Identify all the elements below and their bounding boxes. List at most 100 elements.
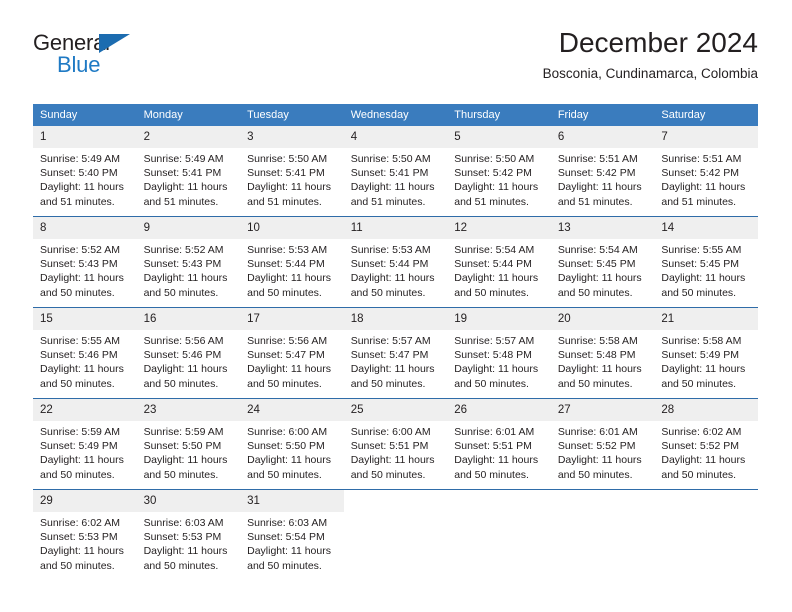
day-number: 28 — [654, 399, 758, 421]
general-blue-logo[interactable]: General Blue — [33, 32, 153, 82]
calendar-day-cell[interactable]: 9 Sunrise: 5:52 AM Sunset: 5:43 PM Daylight… — [136, 216, 241, 308]
calendar-day-cell[interactable]: 11 Sunrise: 5:53 AM Sunset: 5:44 PM Dayligh… — [343, 216, 448, 308]
calendar-day-cell[interactable]: 21 Sunrise: 5:58 AM Sunset: 5:49 PM Dayligh… — [654, 307, 758, 399]
calendar-day-cell[interactable]: 23 Sunrise: 5:59 AM Sunset: 5:50 PM Dayligh… — [136, 398, 241, 490]
day-details: Sunrise: 5:50 AM Sunset: 5:42 PM Daylight:… — [447, 148, 551, 209]
calendar-day-cell[interactable]: 6 Sunrise: 5:51 AM Sunset: 5:42 PM Daylight… — [550, 126, 655, 217]
masthead: General Blue December 2024 Bosconia, Cun… — [33, 26, 758, 100]
calendar-day-cell[interactable]: 15 Sunrise: 5:55 AM Sunset: 5:46 PM Dayligh… — [33, 307, 137, 399]
calendar-day-cell[interactable]: 19 Sunrise: 5:57 AM Sunset: 5:48 PM Dayligh… — [447, 307, 551, 399]
logo-text-blue: Blue — [57, 52, 101, 77]
day-details: Sunrise: 5:54 AM Sunset: 5:44 PM Daylight:… — [447, 239, 551, 300]
calendar-day-cell[interactable]: 28 Sunrise: 6:02 AM Sunset: 5:52 PM Dayligh… — [654, 398, 758, 490]
daylight-text-line2: and 50 minutes. — [143, 559, 219, 572]
day-details: Sunrise: 5:55 AM Sunset: 5:46 PM Daylight:… — [33, 330, 137, 391]
calendar-day-cell[interactable]: 27 Sunrise: 6:01 AM Sunset: 5:52 PM Dayligh… — [550, 398, 655, 490]
sunrise-text: Sunrise: 5:53 AM — [247, 244, 328, 256]
daylight-text-line1: Daylight: 11 hours — [350, 181, 435, 194]
sunrise-text: Sunrise: 5:54 AM — [454, 244, 535, 256]
sunset-text: Sunset: 5:43 PM — [40, 258, 118, 271]
calendar-day-cell[interactable]: 4 Sunrise: 5:50 AM Sunset: 5:41 PM Daylight… — [343, 126, 448, 217]
daylight-text-line1: Daylight: 11 hours — [143, 454, 228, 467]
day-details: Sunrise: 5:50 AM Sunset: 5:41 PM Daylight:… — [240, 148, 344, 209]
calendar-header: Sunday Monday Tuesday Wednesday Thursday… — [33, 104, 758, 126]
daylight-text-line1: Daylight: 11 hours — [143, 272, 228, 285]
daylight-text-line1: Daylight: 11 hours — [454, 181, 539, 194]
weekday-header-row: Sunday Monday Tuesday Wednesday Thursday… — [33, 104, 758, 126]
daylight-text-line1: Daylight: 11 hours — [661, 272, 746, 285]
day-details: Sunrise: 5:52 AM Sunset: 5:43 PM Daylight:… — [33, 239, 137, 300]
sunrise-text: Sunrise: 5:58 AM — [661, 335, 742, 347]
sunrise-text: Sunrise: 5:54 AM — [557, 244, 638, 256]
daylight-text-line2: and 50 minutes. — [40, 286, 115, 299]
sunrise-text: Sunrise: 5:58 AM — [557, 335, 638, 347]
day-number: 10 — [240, 217, 344, 239]
calendar-day-cell[interactable]: 16 Sunrise: 5:56 AM Sunset: 5:46 PM Dayligh… — [136, 307, 241, 399]
day-details: Sunrise: 5:58 AM Sunset: 5:48 PM Daylight:… — [551, 330, 655, 391]
daylight-text-line1: Daylight: 11 hours — [247, 181, 331, 194]
calendar-day-cell[interactable]: 8 Sunrise: 5:52 AM Sunset: 5:43 PM Daylight… — [33, 216, 137, 308]
calendar-day-cell[interactable]: 30 Sunrise: 6:03 AM Sunset: 5:53 PM Dayligh… — [136, 489, 241, 580]
day-number: 20 — [550, 308, 655, 330]
sunset-text: Sunset: 5:46 PM — [40, 349, 118, 362]
calendar-week-row: 1 Sunrise: 5:49 AM Sunset: 5:40 PM Daylight… — [33, 126, 758, 217]
calendar-day-cell[interactable]: 5 Sunrise: 5:50 AM Sunset: 5:42 PM Daylight… — [447, 126, 551, 217]
day-details: Sunrise: 5:50 AM Sunset: 5:41 PM Daylight:… — [344, 148, 448, 209]
daylight-text-line2: and 50 minutes. — [454, 468, 529, 481]
day-details: Sunrise: 6:00 AM Sunset: 5:50 PM Daylight:… — [240, 421, 344, 482]
sunset-text: Sunset: 5:42 PM — [557, 167, 636, 180]
calendar-day-cell[interactable]: 12 Sunrise: 5:54 AM Sunset: 5:44 PM Dayligh… — [447, 216, 551, 308]
sunset-text: Sunset: 5:45 PM — [557, 258, 636, 271]
sunset-text: Sunset: 5:53 PM — [143, 531, 222, 544]
day-details: Sunrise: 5:49 AM Sunset: 5:41 PM Daylight:… — [137, 148, 241, 209]
daylight-text-line1: Daylight: 11 hours — [661, 363, 746, 376]
day-number: 1 — [33, 126, 137, 148]
sunrise-text: Sunrise: 6:01 AM — [557, 426, 638, 438]
calendar-day-cell[interactable]: 10 Sunrise: 5:53 AM Sunset: 5:44 PM Dayligh… — [240, 216, 344, 308]
daylight-text-line2: and 50 minutes. — [143, 468, 219, 481]
calendar-day-cell[interactable]: 14 Sunrise: 5:55 AM Sunset: 5:45 PM Dayligh… — [654, 216, 758, 308]
daylight-text-line2: and 51 minutes. — [350, 195, 426, 208]
day-number: 7 — [654, 126, 758, 148]
day-number: 24 — [240, 399, 344, 421]
calendar-day-cell[interactable]: 7 Sunrise: 5:51 AM Sunset: 5:42 PM Daylight… — [654, 126, 758, 217]
calendar-page: General Blue December 2024 Bosconia, Cun… — [0, 0, 792, 612]
daylight-text-line2: and 50 minutes. — [661, 377, 737, 390]
daylight-text-line2: and 50 minutes. — [247, 468, 322, 481]
calendar-day-cell[interactable]: 26 Sunrise: 6:01 AM Sunset: 5:51 PM Dayligh… — [447, 398, 551, 490]
day-number: 9 — [136, 217, 241, 239]
calendar-day-cell[interactable]: 24 Sunrise: 6:00 AM Sunset: 5:50 PM Dayligh… — [240, 398, 344, 490]
day-number: 3 — [240, 126, 344, 148]
calendar-day-cell[interactable]: 29 Sunrise: 6:02 AM Sunset: 5:53 PM Dayligh… — [33, 489, 137, 580]
daylight-text-line1: Daylight: 11 hours — [557, 363, 642, 376]
calendar-day-cell[interactable]: 22 Sunrise: 5:59 AM Sunset: 5:49 PM Dayligh… — [33, 398, 137, 490]
calendar-day-cell[interactable]: 2 Sunrise: 5:49 AM Sunset: 5:41 PM Daylight… — [136, 126, 241, 217]
daylight-text-line1: Daylight: 11 hours — [40, 272, 124, 285]
calendar-day-cell[interactable]: 3 Sunrise: 5:50 AM Sunset: 5:41 PM Daylight… — [240, 126, 344, 217]
day-number: 13 — [550, 217, 655, 239]
day-details: Sunrise: 6:03 AM Sunset: 5:53 PM Daylight:… — [137, 512, 241, 573]
daylight-text-line1: Daylight: 11 hours — [557, 272, 642, 285]
day-details: Sunrise: 5:54 AM Sunset: 5:45 PM Daylight:… — [551, 239, 655, 300]
weekday-header-friday: Friday — [550, 104, 655, 126]
calendar-day-cell[interactable]: 18 Sunrise: 5:57 AM Sunset: 5:47 PM Dayligh… — [343, 307, 448, 399]
calendar-day-cell[interactable]: 31 Sunrise: 6:03 AM Sunset: 5:54 PM Dayligh… — [240, 489, 344, 580]
calendar-day-cell[interactable]: 1 Sunrise: 5:49 AM Sunset: 5:40 PM Daylight… — [33, 126, 137, 217]
daylight-text-line1: Daylight: 11 hours — [40, 363, 124, 376]
calendar-day-cell[interactable]: 25 Sunrise: 6:00 AM Sunset: 5:51 PM Dayligh… — [343, 398, 448, 490]
sunrise-text: Sunrise: 5:49 AM — [143, 153, 224, 165]
day-details: Sunrise: 5:51 AM Sunset: 5:42 PM Daylight:… — [654, 148, 758, 209]
page-subtitle: Bosconia, Cundinamarca, Colombia — [542, 66, 758, 81]
day-details: Sunrise: 5:53 AM Sunset: 5:44 PM Daylight:… — [344, 239, 448, 300]
day-details: Sunrise: 5:59 AM Sunset: 5:49 PM Daylight:… — [33, 421, 137, 482]
sunrise-text: Sunrise: 6:00 AM — [350, 426, 431, 438]
calendar-day-cell[interactable]: 17 Sunrise: 5:56 AM Sunset: 5:47 PM Dayligh… — [240, 307, 344, 399]
daylight-text-line2: and 51 minutes. — [557, 195, 633, 208]
calendar-day-cell[interactable]: 20 Sunrise: 5:58 AM Sunset: 5:48 PM Dayligh… — [550, 307, 655, 399]
day-number: 22 — [33, 399, 137, 421]
sunrise-text: Sunrise: 5:57 AM — [454, 335, 535, 347]
calendar-day-cell[interactable]: 13 Sunrise: 5:54 AM Sunset: 5:45 PM Dayligh… — [550, 216, 655, 308]
sunset-text: Sunset: 5:44 PM — [247, 258, 325, 271]
weekday-header-tuesday: Tuesday — [240, 104, 344, 126]
day-details: Sunrise: 6:00 AM Sunset: 5:51 PM Daylight:… — [344, 421, 448, 482]
